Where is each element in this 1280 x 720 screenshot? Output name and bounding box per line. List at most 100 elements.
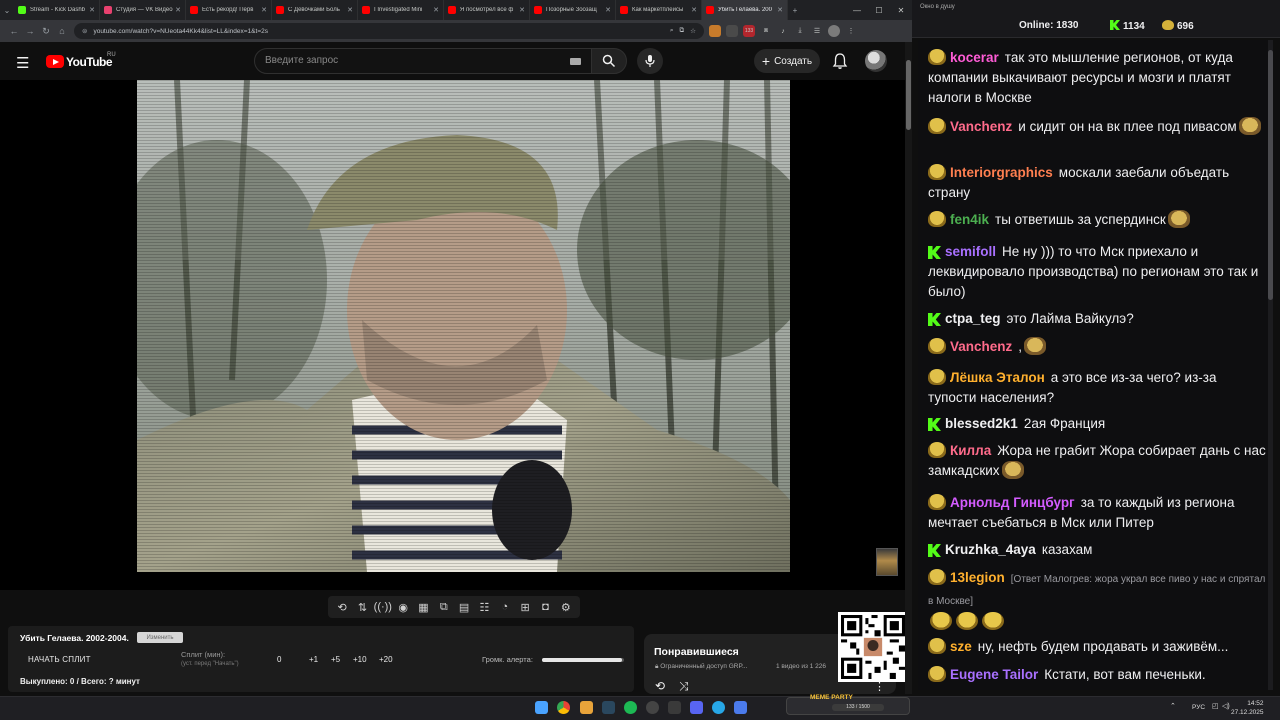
keyboard-language[interactable]: РУС (1192, 704, 1205, 711)
shuffle-icon[interactable]: ⤨ (679, 679, 689, 694)
media-control-icon[interactable]: ♪ (777, 25, 789, 37)
chat-username[interactable]: Interiorgraphics (950, 165, 1053, 180)
app-icon[interactable] (668, 701, 681, 714)
spotify-icon[interactable] (624, 701, 637, 714)
browser-tab[interactable]: Есть рекорд! Перв ✕ (186, 0, 272, 20)
page-scrollbar[interactable] (905, 42, 912, 694)
site-info-icon[interactable]: ⊜ (82, 27, 87, 35)
close-tab-icon[interactable]: ✕ (605, 6, 611, 14)
search-button[interactable] (591, 48, 627, 74)
home-icon[interactable]: ⌂ (54, 26, 70, 36)
reading-list-icon[interactable]: ☰ (811, 25, 823, 37)
chat-scrollbar-thumb[interactable] (1268, 50, 1273, 300)
youtube-logo-text[interactable]: YouTube (66, 55, 113, 69)
profile-icon[interactable] (828, 25, 840, 37)
chat-username[interactable]: Eugene Tailor (950, 667, 1038, 682)
speed-icon[interactable]: ◔ (497, 599, 513, 615)
browser-tab[interactable]: Студия — VK Видео ✕ (100, 0, 186, 20)
add-icon[interactable]: ⊞ (517, 599, 533, 615)
split-plus20-button[interactable]: +20 (379, 655, 393, 664)
video-frame[interactable] (137, 80, 790, 572)
chat-username[interactable]: 13legion (950, 570, 1005, 585)
broadcast-icon[interactable]: ((·)) (374, 599, 392, 615)
browser-tab[interactable]: Позорные Зоозащ ✕ (530, 0, 616, 20)
close-tab-icon[interactable]: ✕ (175, 6, 181, 14)
close-tab-icon[interactable]: ✕ (777, 6, 783, 14)
close-tab-icon[interactable]: ✕ (347, 6, 353, 14)
browser-tab[interactable]: Как маркетплейсы ✕ (616, 0, 702, 20)
screenshot-icon[interactable]: ◘ (537, 599, 553, 615)
close-tab-icon[interactable]: ✕ (433, 6, 439, 14)
account-avatar[interactable] (865, 50, 887, 72)
zoom-icon[interactable]: ⌕ (670, 27, 674, 35)
bookmark-star-icon[interactable]: ☆ (690, 27, 696, 35)
back-icon[interactable]: ← (6, 26, 22, 36)
watch-later-icon[interactable]: ◉ (395, 599, 411, 615)
chat-username[interactable]: semifoll (945, 244, 996, 259)
downloads-icon[interactable]: ⤓ (794, 25, 806, 37)
chat-username[interactable]: Vanchenz (950, 339, 1012, 354)
voice-search-button[interactable] (637, 48, 663, 74)
subtitles-icon[interactable]: ▤ (456, 599, 472, 615)
chrome-icon[interactable] (557, 701, 570, 714)
extensions-puzzle-icon[interactable]: ⧈ (760, 25, 772, 37)
menu-dots-icon[interactable]: ⋮ (845, 25, 857, 37)
film-icon[interactable]: ▦ (415, 599, 431, 615)
reload-icon[interactable]: ↻ (38, 26, 54, 37)
browser-tab[interactable]: Убить Гелаева. 200 ✕ (702, 0, 788, 20)
steam-icon[interactable] (602, 701, 615, 714)
chat-username[interactable]: Килла (950, 443, 991, 458)
telegram-icon[interactable] (712, 701, 725, 714)
playlist-loop-icon[interactable]: ⟲ (655, 679, 665, 693)
browser-tab[interactable]: Stream - Kick Dashb ✕ (14, 0, 100, 20)
browser-tab[interactable]: Я посмотрел все ф ✕ (444, 0, 530, 20)
keyboard-icon[interactable] (570, 58, 581, 65)
chat-username[interactable]: kocerar (950, 50, 999, 65)
playlist-icon[interactable]: ☷ (476, 599, 492, 615)
address-bar[interactable]: ⊜ youtube.com/watch?v=NUeota44Kk4&list=L… (74, 23, 704, 39)
tab-search-icon[interactable]: ⌄ (0, 0, 14, 20)
notifications-bell-icon[interactable] (832, 52, 848, 70)
volume-icon[interactable]: ◁) (1222, 702, 1230, 710)
chat-username[interactable]: Арнольд Гинцбург (950, 495, 1075, 510)
split-plus1-button[interactable]: +1 (309, 655, 318, 664)
search-input[interactable] (265, 55, 555, 66)
network-icon[interactable]: ◰ (1212, 702, 1219, 710)
split-plus10-button[interactable]: +10 (353, 655, 367, 664)
edit-button[interactable]: Изменить (137, 632, 183, 643)
extension-icon[interactable] (726, 25, 738, 37)
chat-username[interactable]: Лёшка Эталон (950, 370, 1045, 385)
page-scrollbar-thumb[interactable] (906, 60, 911, 130)
picture-in-picture-icon[interactable]: ⧉ (436, 599, 452, 615)
chat-username[interactable]: fen4ik (950, 212, 989, 227)
split-plus5-button[interactable]: +5 (331, 655, 340, 664)
browser-tab[interactable]: С Девочками Боль ✕ (272, 0, 358, 20)
close-tab-icon[interactable]: ✕ (691, 6, 697, 14)
split-zero-button[interactable]: 0 (277, 655, 281, 664)
chat-username[interactable]: blessed2k1 (945, 416, 1018, 431)
clock[interactable]: 14:52 27.12.2025 (1231, 699, 1264, 717)
maximize-icon[interactable]: ☐ (868, 0, 890, 20)
app2-icon[interactable] (734, 701, 747, 714)
youtube-logo-icon[interactable] (46, 55, 64, 68)
chat-username[interactable]: ctpa_teg (945, 311, 1001, 326)
close-tab-icon[interactable]: ✕ (89, 6, 95, 14)
sort-icon[interactable]: ⇅ (354, 599, 370, 615)
close-window-icon[interactable]: ✕ (890, 0, 912, 20)
install-icon[interactable]: ⧉ (680, 27, 685, 35)
chat-username[interactable]: sze (950, 639, 972, 654)
start-split-button[interactable]: НАЧАТЬ СПЛИТ (28, 655, 91, 664)
close-tab-icon[interactable]: ✕ (519, 6, 525, 14)
playlist-owner[interactable]: GRP... (729, 663, 748, 670)
browser-tab[interactable]: I Investigated Mini ✕ (358, 0, 444, 20)
obs-icon[interactable] (646, 701, 659, 714)
new-tab-icon[interactable]: + (788, 0, 802, 20)
extension-badge-icon[interactable]: 133 (743, 25, 755, 37)
forward-icon[interactable]: → (22, 26, 38, 36)
chat-username[interactable]: Vanchenz (950, 119, 1012, 134)
minimize-icon[interactable]: — (846, 0, 868, 20)
file-explorer-icon[interactable] (580, 701, 593, 714)
settings-gear-icon[interactable]: ⚙ (558, 599, 574, 615)
media-player-icon[interactable] (690, 701, 703, 714)
suggested-video-thumbnail[interactable] (876, 548, 898, 576)
